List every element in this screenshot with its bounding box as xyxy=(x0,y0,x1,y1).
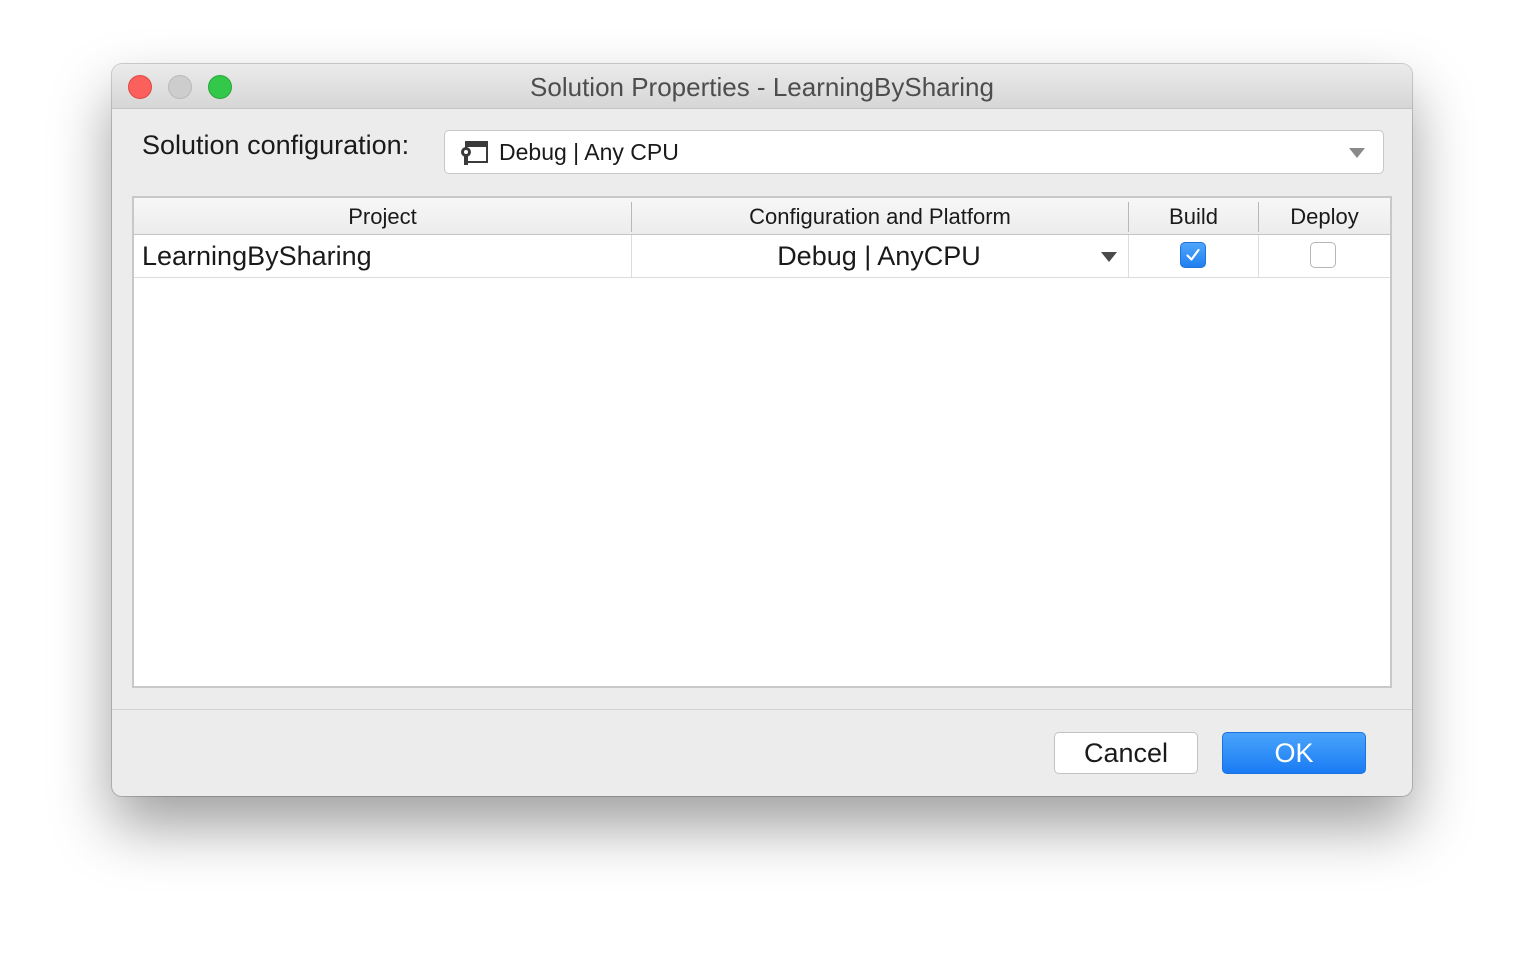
cancel-button[interactable]: Cancel xyxy=(1054,732,1198,774)
cell-divider xyxy=(1258,235,1259,277)
chevron-down-icon xyxy=(1101,252,1117,262)
table-header: Project Configuration and Platform Build… xyxy=(134,198,1390,235)
cell-divider xyxy=(1128,235,1129,277)
window-title: Solution Properties - LearningBySharing xyxy=(530,72,994,102)
checkmark-icon xyxy=(1186,248,1200,261)
maximize-button[interactable] xyxy=(208,75,232,99)
column-header-configuration[interactable]: Configuration and Platform xyxy=(632,198,1128,234)
column-header-deploy[interactable]: Deploy xyxy=(1259,198,1390,234)
configuration-icon xyxy=(459,140,489,166)
chevron-down-icon xyxy=(1349,148,1365,158)
build-checkbox[interactable] xyxy=(1180,242,1206,268)
project-name: LearningBySharing xyxy=(142,241,372,271)
solution-configuration-dropdown[interactable]: Debug | Any CPU xyxy=(444,130,1384,174)
table-row[interactable]: LearningBySharing Debug | AnyCPU xyxy=(134,235,1390,278)
project-configuration-table: Project Configuration and Platform Build… xyxy=(132,196,1392,688)
title-bar: Solution Properties - LearningBySharing xyxy=(112,64,1412,109)
solution-configuration-label: Solution configuration: xyxy=(142,130,410,160)
configuration-dropdown[interactable]: Debug | AnyCPU xyxy=(631,235,1127,277)
column-header-project[interactable]: Project xyxy=(134,198,631,234)
solution-configuration-value: Debug | Any CPU xyxy=(499,139,679,165)
solution-properties-dialog: Solution Properties - LearningBySharing … xyxy=(112,64,1412,796)
close-button[interactable] xyxy=(128,75,152,99)
deploy-checkbox[interactable] xyxy=(1310,242,1336,268)
footer-divider xyxy=(112,709,1412,710)
minimize-button[interactable] xyxy=(168,75,192,99)
configuration-value: Debug | AnyCPU xyxy=(777,241,981,271)
ok-button[interactable]: OK xyxy=(1222,732,1366,774)
column-header-build[interactable]: Build xyxy=(1129,198,1258,234)
